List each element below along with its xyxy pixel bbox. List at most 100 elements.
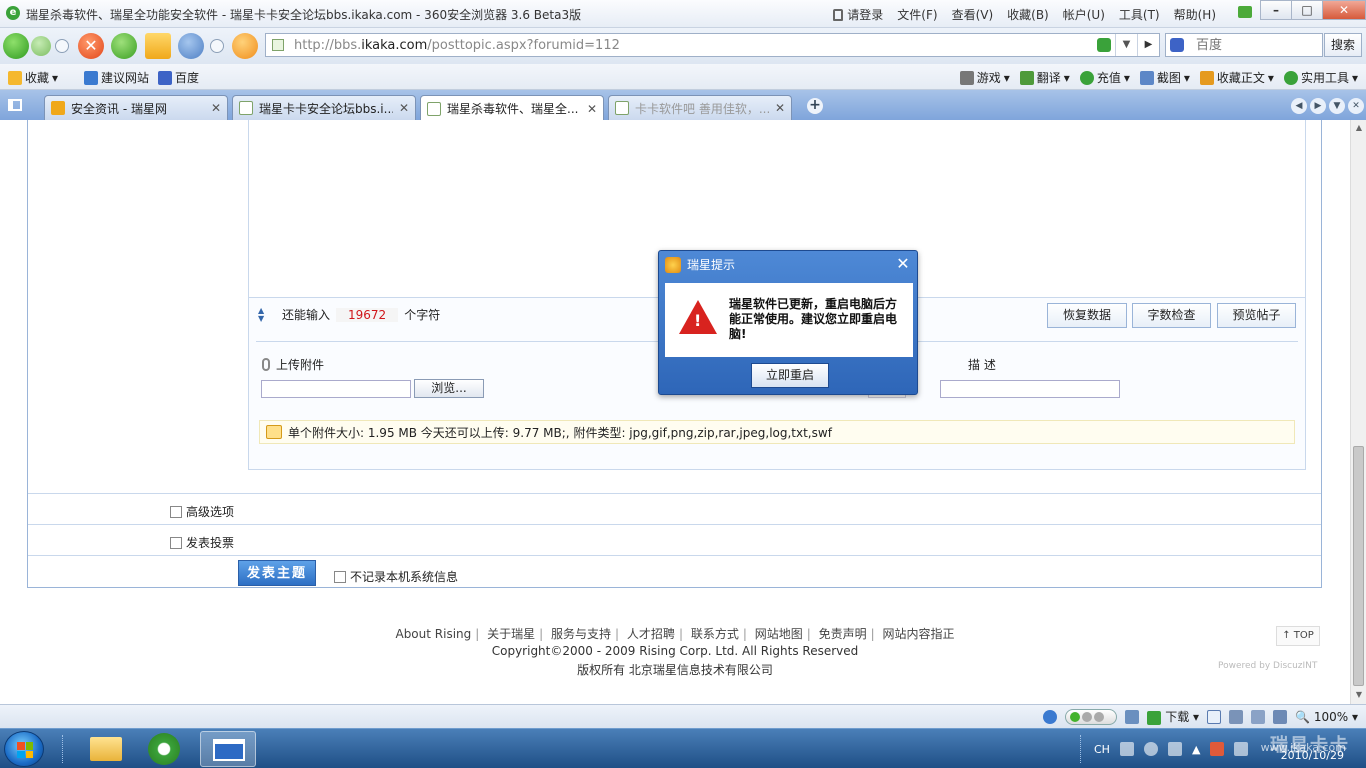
description-input[interactable] [940,380,1120,398]
stop-button[interactable]: ✕ [78,33,104,59]
login-link[interactable]: 请登录 [833,6,883,23]
globe-icon[interactable] [1043,709,1058,724]
keyboard-icon[interactable] [1119,742,1134,756]
document-icon[interactable] [1229,709,1244,724]
resize-arrows-icon[interactable]: ▲ ▼ [258,306,276,323]
restart-now-button[interactable]: 立即重启 [751,363,829,388]
footer-link-about[interactable]: 关于瑞星 [487,627,535,641]
skin-icon[interactable] [1238,6,1252,18]
help-icon[interactable] [1143,742,1158,756]
forward-button[interactable] [31,36,51,56]
menu-view[interactable]: 查看(V) [952,6,994,23]
footer-link-jobs[interactable]: 人才招聘 [627,627,675,641]
suggested-sites-link[interactable]: 建议网站 [84,69,149,86]
volume-icon[interactable] [1273,709,1288,724]
footer-link-contact[interactable]: 联系方式 [691,627,739,641]
favorites-menu[interactable]: 收藏 ▾ [8,69,58,86]
new-tab-button[interactable]: + [807,98,823,114]
undo-close-button[interactable] [178,33,204,59]
tray-expand-icon[interactable]: ▲ [1192,743,1200,756]
restore-data-button[interactable]: 恢复数据 [1047,303,1127,328]
network-icon[interactable] [1167,742,1182,756]
footer-link-feedback[interactable]: 网站内容指正 [882,627,954,641]
browser-icon [148,733,180,765]
history-dropdown-icon[interactable] [55,39,69,53]
close-button[interactable]: ✕ [1322,0,1366,20]
menu-tools[interactable]: 工具(T) [1119,6,1160,23]
no-record-checkbox[interactable]: 不记录本机系统信息 [334,568,458,585]
status-bar: 下载 ▾ 🔍 100% ▾ [0,704,1366,728]
go-button[interactable]: ▶ [1137,34,1159,56]
window-icon[interactable] [1207,709,1222,724]
word-check-button[interactable]: 字数检查 [1132,303,1211,328]
speed-mode-toggle[interactable] [1065,708,1118,725]
back-to-top-button[interactable]: ↑ TOP [1276,626,1320,646]
submit-topic-button[interactable]: 发表主题 [238,560,316,586]
tab-forum-home[interactable]: 瑞星卡卡安全论坛bbs.i... ✕ [232,95,416,120]
zoom-level[interactable]: 🔍 100% ▾ [1295,710,1358,724]
tab-security-news[interactable]: 安全资讯 - 瑞星网 ✕ [44,95,228,120]
baidu-paw-icon[interactable] [232,33,258,59]
tab-post-topic[interactable]: 瑞星杀毒软件、瑞星全... ✕ [420,95,604,121]
tab-scroll-left-icon[interactable]: ◀ [1291,98,1307,114]
footer-link-about-rising[interactable]: About Rising [395,627,471,641]
post-poll-checkbox[interactable]: 发表投票 [170,534,234,551]
tab-close-all-icon[interactable]: ✕ [1348,98,1364,114]
maximize-button[interactable]: □ [1291,0,1323,20]
menu-help[interactable]: 帮助(H) [1174,6,1216,23]
menu-file[interactable]: 文件(F) [897,6,937,23]
sidebar-toggle-icon[interactable] [8,99,22,111]
back-button[interactable] [3,33,29,59]
input-language[interactable]: CH [1094,743,1110,756]
tab-close-icon[interactable]: ✕ [587,102,597,116]
minimize-button[interactable]: – [1260,0,1292,20]
search-engine-icon[interactable] [1170,38,1194,54]
menu-account[interactable]: 帐户(U) [1063,6,1105,23]
scroll-thumb[interactable] [1353,446,1364,686]
taskbar-360-browser[interactable] [138,731,194,767]
translate-icon [1019,70,1034,85]
scroll-up-icon[interactable]: ▲ [1354,123,1364,133]
tab-scroll-right-icon[interactable]: ▶ [1310,98,1326,114]
screen-icon[interactable] [1251,709,1266,724]
download-menu[interactable]: 下载 ▾ [1147,708,1199,725]
translate-menu[interactable]: 翻译 ▾ [1019,69,1070,86]
security-shield-icon[interactable] [1097,38,1111,52]
footer-link-support[interactable]: 服务与支持 [551,627,611,641]
advanced-options-checkbox[interactable]: 高级选项 [170,503,234,520]
address-dropdown-icon[interactable]: ▼ [1115,34,1137,56]
tray-app-icon[interactable] [1234,742,1249,756]
footer-link-disclaimer[interactable]: 免责声明 [819,627,867,641]
scroll-down-icon[interactable]: ▼ [1354,690,1364,700]
tab-list-icon[interactable]: ▼ [1329,98,1345,114]
start-button[interactable] [4,731,44,767]
games-menu[interactable]: 游戏 ▾ [959,69,1010,86]
tab-close-icon[interactable]: ✕ [399,101,409,115]
recharge-menu[interactable]: 充值 ▾ [1079,69,1130,86]
utilities-menu[interactable]: 实用工具 ▾ [1283,69,1358,86]
taskbar-active-window[interactable] [200,731,256,767]
sync-icon[interactable] [1125,709,1140,724]
address-bar[interactable]: http://bbs.ikaka.com/posttopic.aspx?foru… [265,33,1160,57]
search-input[interactable] [1196,36,1320,54]
vertical-scrollbar[interactable]: ▲ ▼ [1350,120,1366,704]
search-button[interactable]: 搜索 [1324,33,1362,57]
screenshot-menu[interactable]: 截图 ▾ [1139,69,1190,86]
tab-close-icon[interactable]: ✕ [775,101,785,115]
refresh-button[interactable] [111,33,137,59]
baidu-link[interactable]: 百度 [158,69,199,86]
tab-kaka-software[interactable]: 卡卡软件吧 善用佳软，... ✕ [608,95,792,120]
footer-link-sitemap[interactable]: 网站地图 [755,627,803,641]
preview-post-button[interactable]: 预览帖子 [1217,303,1296,328]
rising-tray-icon[interactable] [1210,742,1225,756]
browse-button[interactable]: 浏览... [414,379,484,398]
tab-close-icon[interactable]: ✕ [211,101,221,115]
address-text[interactable]: http://bbs.ikaka.com/posttopic.aspx?foru… [294,38,620,53]
save-article-menu[interactable]: 收藏正文 ▾ [1199,69,1274,86]
home-button[interactable] [145,33,171,59]
taskbar-explorer[interactable] [78,731,134,767]
attachment-file-input[interactable] [261,380,411,398]
dialog-close-icon[interactable]: ✕ [893,254,913,274]
menu-favorites[interactable]: 收藏(B) [1007,6,1049,23]
undo-dropdown-icon[interactable] [210,39,224,53]
